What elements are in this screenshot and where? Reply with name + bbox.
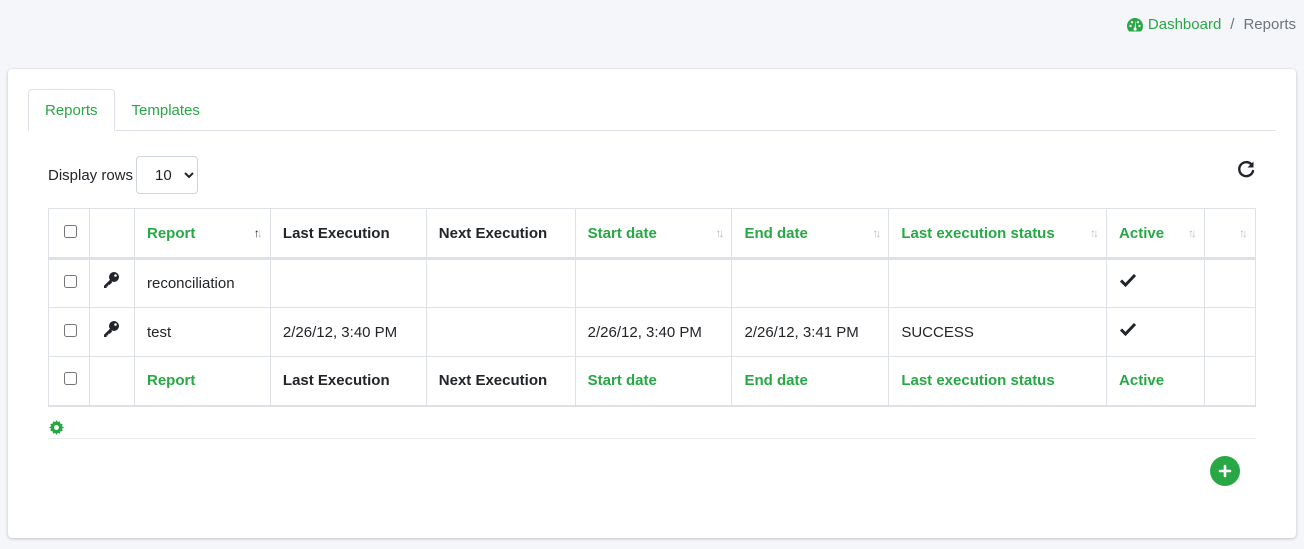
footer-end-date: End date (731, 356, 890, 407)
icon-column-footer (89, 356, 135, 407)
add-report-button[interactable] (1210, 456, 1240, 486)
tachometer-icon (1126, 17, 1143, 31)
display-rows-select[interactable]: 10 (136, 156, 199, 194)
sort-icon[interactable]: ↑↓ (715, 226, 724, 240)
column-header-start-date[interactable]: Start date ↑↓ (574, 208, 733, 260)
row-checkbox[interactable] (64, 275, 77, 288)
footer-start-date: Start date (574, 356, 733, 407)
footer-next-execution: Next Execution (425, 356, 576, 407)
tab-reports[interactable]: Reports (28, 89, 115, 131)
tab-templates[interactable]: Templates (115, 89, 217, 131)
column-label: Last Execution (282, 224, 390, 242)
cell-active (1106, 307, 1205, 357)
reports-table: Report ↑↓ Last Execution Next Execution … (48, 208, 1257, 407)
column-header-actions[interactable]: ↑↓ (1203, 208, 1257, 260)
display-rows-label: Display rows (48, 166, 134, 184)
tab-bar: Reports Templates (28, 89, 1276, 131)
column-label: End date (744, 224, 808, 242)
breadcrumb-current: Reports (1243, 16, 1296, 33)
cell-start-date: 2/26/12, 3:40 PM (574, 307, 733, 357)
breadcrumb-dashboard-link[interactable]: Dashboard (1126, 16, 1221, 33)
refresh-icon[interactable] (1236, 159, 1256, 179)
column-header-last-execution: Last Execution (269, 208, 427, 260)
row-icon-cell (89, 258, 135, 308)
sort-icon[interactable]: ↑↓ (1090, 226, 1099, 240)
cell-next-execution (425, 258, 576, 308)
cell-report[interactable]: reconciliation (133, 258, 271, 308)
cell-last-execution: 2/26/12, 3:40 PM (269, 307, 427, 357)
key-icon[interactable] (102, 271, 120, 289)
select-all-header (48, 208, 90, 260)
plus-icon (1218, 464, 1232, 478)
column-label: Start date (587, 224, 657, 242)
check-icon (1119, 273, 1137, 288)
footer-last-execution: Last Execution (269, 356, 427, 407)
key-icon[interactable] (102, 320, 120, 338)
cell-last-execution-status: SUCCESS (888, 307, 1108, 357)
cell-last-execution (269, 258, 427, 308)
row-select-cell (48, 258, 90, 308)
column-header-last-execution-status[interactable]: Last execution status ↑↓ (888, 208, 1108, 260)
display-rows-control: Display rows 10 (48, 156, 199, 194)
column-label: Last execution status (901, 224, 1055, 242)
cell-end-date (731, 258, 890, 308)
breadcrumb-separator: / (1230, 16, 1235, 33)
cell-active (1106, 258, 1205, 308)
row-select-cell (48, 307, 90, 357)
cell-actions (1203, 307, 1257, 357)
cell-end-date: 2/26/12, 3:41 PM (731, 307, 890, 357)
column-label: Next Execution (438, 224, 548, 242)
column-header-next-execution: Next Execution (425, 208, 576, 260)
sort-icon[interactable]: ↑↓ (872, 226, 881, 240)
reports-card: Reports Templates Display rows 10 Report… (8, 69, 1296, 538)
cell-report[interactable]: test (133, 307, 271, 357)
column-label: Active (1119, 224, 1165, 242)
row-checkbox[interactable] (64, 323, 77, 337)
table-row[interactable]: reconciliation (48, 258, 1257, 308)
row-icon-cell (89, 307, 135, 357)
cell-start-date (574, 258, 733, 308)
check-icon (1119, 322, 1137, 336)
table-row[interactable]: test 2/26/12, 3:40 PM 2/26/12, 3:40 PM 2… (48, 307, 1257, 357)
sort-icon[interactable]: ↑↓ (254, 226, 263, 240)
column-header-end-date[interactable]: End date ↑↓ (731, 208, 890, 260)
column-label: Report (146, 224, 196, 242)
footer-last-execution-status: Last execution status (888, 356, 1108, 407)
breadcrumb: Dashboard / Reports (1126, 16, 1296, 33)
divider (48, 438, 1256, 439)
column-header-report[interactable]: Report ↑↓ (133, 208, 271, 260)
cell-last-execution-status (888, 258, 1108, 308)
footer-report: Report (133, 356, 271, 407)
sort-icon[interactable]: ↑↓ (1188, 226, 1197, 240)
select-all-footer (48, 356, 90, 407)
table-header-row: Report ↑↓ Last Execution Next Execution … (48, 208, 1257, 260)
icon-column-header (89, 208, 135, 260)
column-header-active[interactable]: Active ↑↓ (1106, 208, 1205, 260)
select-all-footer-checkbox[interactable] (64, 372, 77, 386)
select-all-checkbox[interactable] (64, 224, 77, 238)
cell-actions (1203, 258, 1257, 308)
breadcrumb-dashboard-label: Dashboard (1147, 16, 1222, 33)
gear-icon[interactable] (49, 420, 64, 435)
table-footer-row: Report Last Execution Next Execution Sta… (48, 356, 1257, 407)
footer-actions (1203, 356, 1257, 407)
footer-active: Active (1106, 356, 1205, 407)
cell-next-execution (425, 307, 576, 357)
sort-icon[interactable]: ↑↓ (1239, 226, 1248, 240)
